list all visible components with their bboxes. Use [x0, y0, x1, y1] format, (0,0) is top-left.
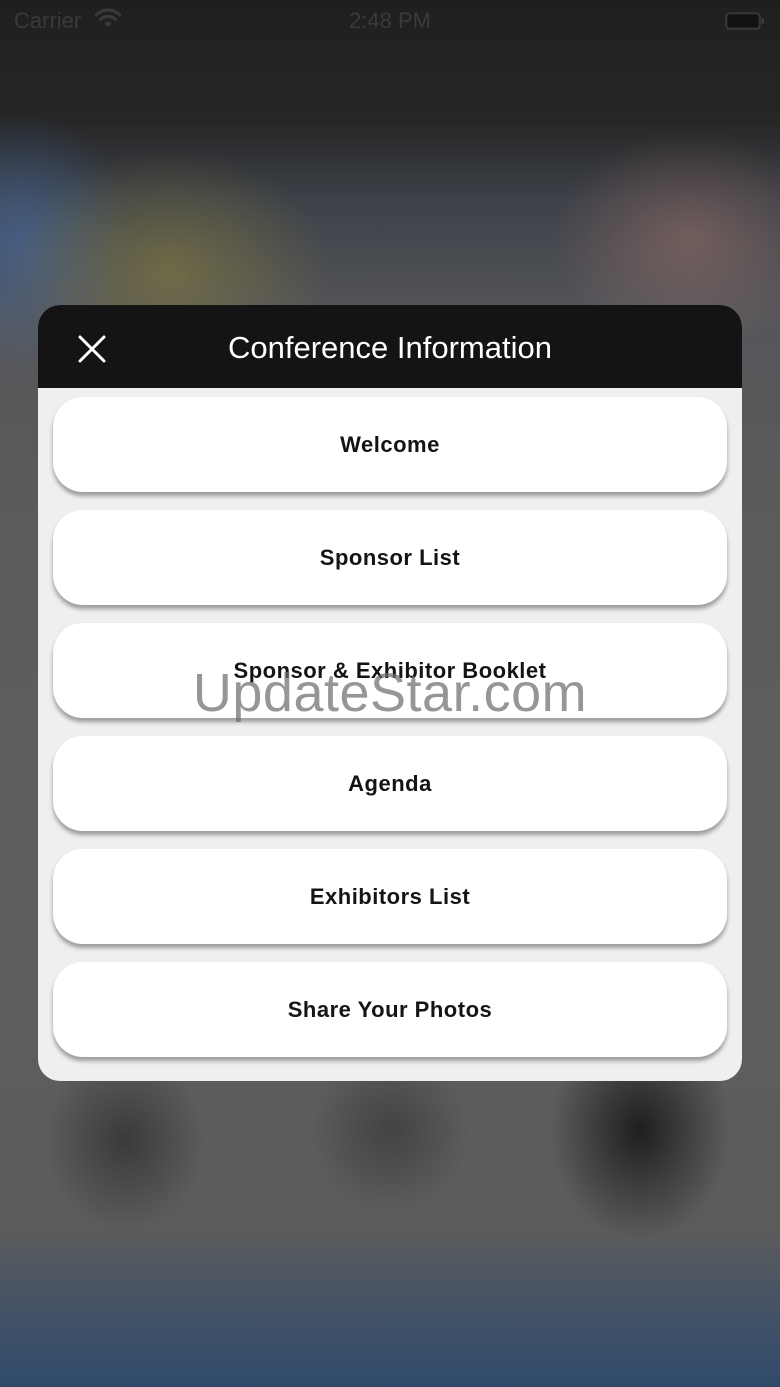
share-your-photos-button[interactable]: Share Your Photos [53, 962, 727, 1057]
modal-header: Conference Information [38, 305, 742, 388]
battery-icon [725, 10, 765, 30]
modal-title: Conference Information [228, 330, 552, 365]
status-time: 2:48 PM [349, 8, 431, 33]
conference-info-modal: Conference Information Welcome Sponsor L… [38, 305, 742, 1081]
status-bar: Carrier 2:48 PM [0, 0, 780, 40]
sponsor-exhibitor-booklet-button[interactable]: Sponsor & Exhibitor Booklet [53, 623, 727, 718]
welcome-button[interactable]: Welcome [53, 397, 727, 492]
menu-list: Welcome Sponsor List Sponsor & Exhibitor… [53, 397, 727, 1075]
exhibitors-list-button[interactable]: Exhibitors List [53, 849, 727, 944]
agenda-button[interactable]: Agenda [53, 736, 727, 831]
close-icon [78, 335, 106, 363]
sponsor-list-button[interactable]: Sponsor List [53, 510, 727, 605]
close-button[interactable] [68, 325, 116, 373]
